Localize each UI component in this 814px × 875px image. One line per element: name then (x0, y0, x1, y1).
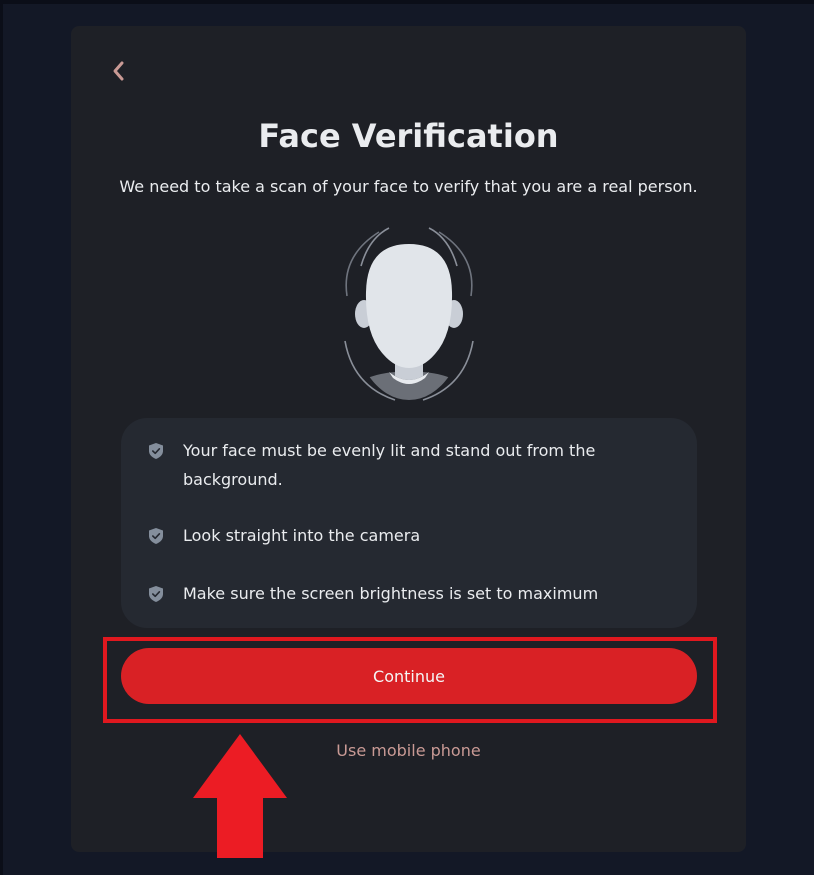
tip-text: Look straight into the camera (183, 526, 421, 545)
tips-list: Your face must be evenly lit and stand o… (121, 418, 697, 628)
window-left-edge (0, 0, 3, 875)
use-mobile-phone-link[interactable]: Use mobile phone (71, 741, 746, 760)
page-title: Face Verification (258, 117, 559, 155)
chevron-left-icon (113, 61, 124, 81)
arrow-up-icon (193, 734, 287, 858)
shield-check-icon (149, 443, 163, 459)
window-top-edge (0, 0, 814, 4)
back-button[interactable] (107, 58, 129, 84)
shield-check-icon (149, 528, 163, 544)
tip-text: Your face must be evenly lit and stand o… (183, 441, 596, 489)
shield-check-icon (149, 586, 163, 602)
page-subtitle: We need to take a scan of your face to v… (119, 177, 698, 196)
tip-text: Make sure the screen brightness is set t… (183, 584, 599, 603)
face-silhouette-illustration (344, 227, 474, 401)
continue-button[interactable]: Continue (121, 648, 697, 704)
verification-card: Face Verification We need to take a scan… (71, 26, 746, 852)
